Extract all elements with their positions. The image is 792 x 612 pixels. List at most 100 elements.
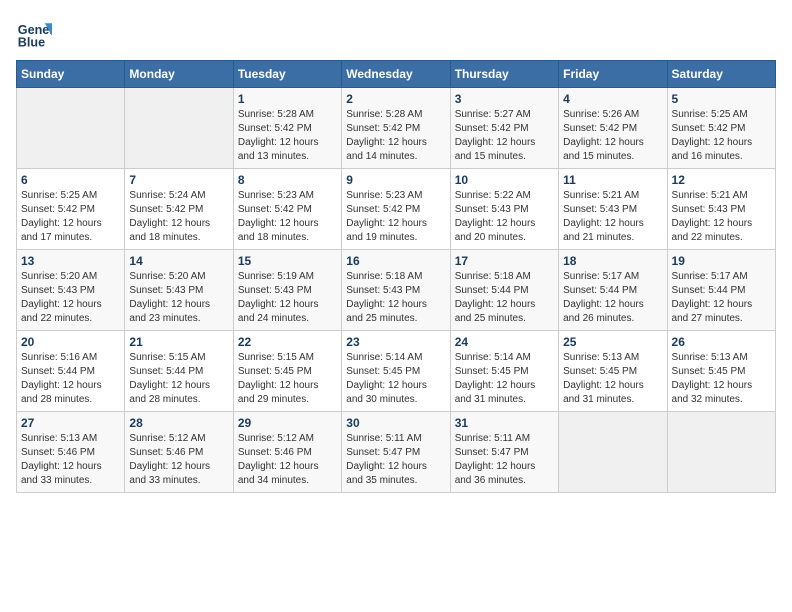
calendar-cell: 4Sunrise: 5:26 AM Sunset: 5:42 PM Daylig… (559, 88, 667, 169)
day-info: Sunrise: 5:15 AM Sunset: 5:44 PM Dayligh… (129, 351, 228, 407)
calendar-cell: 28Sunrise: 5:12 AM Sunset: 5:46 PM Dayli… (125, 412, 233, 493)
calendar-cell: 19 Sunrise: 5:17 AM Sunset: 5:44 PM Dayli… (667, 250, 775, 331)
day-info: Sunrise: 5:16 AM Sunset: 5:44 PM Dayligh… (21, 351, 120, 407)
calendar-row: 20 Sunrise: 5:16 AM Sunset: 5:44 PM Dayli… (17, 331, 776, 412)
day-number: 26 (672, 335, 771, 349)
day-info: Sunrise: 5:22 AM Sunset: 5:43 PM Dayligh… (455, 189, 554, 245)
day-number: 9 (346, 173, 445, 187)
day-info: Sunrise: 5:17 AM Sunset: 5:44 PM Dayligh… (672, 270, 771, 326)
day-info: Sunrise: 5:28 AM Sunset: 5:42 PM Dayligh… (346, 108, 445, 164)
day-number: 29 (238, 416, 337, 430)
calendar-cell: 13 Sunrise: 5:20 AM Sunset: 5:43 PM Dayli… (17, 250, 125, 331)
day-info: Sunrise: 5:19 AM Sunset: 5:43 PM Dayligh… (238, 270, 337, 326)
calendar-cell: 24 Sunrise: 5:14 AM Sunset: 5:45 PM Dayli… (450, 331, 558, 412)
weekday-header-cell: Monday (125, 61, 233, 88)
weekday-header-cell: Thursday (450, 61, 558, 88)
day-info: Sunrise: 5:20 AM Sunset: 5:43 PM Dayligh… (129, 270, 228, 326)
day-number: 25 (563, 335, 662, 349)
day-number: 27 (21, 416, 120, 430)
day-info: Sunrise: 5:20 AM Sunset: 5:43 PM Dayligh… (21, 270, 120, 326)
day-info: Sunrise: 5:24 AM Sunset: 5:42 PM Dayligh… (129, 189, 228, 245)
calendar-cell: 7 Sunrise: 5:24 AM Sunset: 5:42 PM Daylig… (125, 169, 233, 250)
calendar-cell: 18Sunrise: 5:17 AM Sunset: 5:44 PM Dayli… (559, 250, 667, 331)
day-number: 1 (238, 92, 337, 106)
calendar-cell: 23Sunrise: 5:14 AM Sunset: 5:45 PM Dayli… (342, 331, 450, 412)
calendar-cell: 31 Sunrise: 5:11 AM Sunset: 5:47 PM Dayli… (450, 412, 558, 493)
day-info: Sunrise: 5:18 AM Sunset: 5:44 PM Dayligh… (455, 270, 554, 326)
calendar-cell: 30 Sunrise: 5:11 AM Sunset: 5:47 PM Dayli… (342, 412, 450, 493)
day-info: Sunrise: 5:13 AM Sunset: 5:46 PM Dayligh… (21, 432, 120, 488)
calendar-cell: 14 Sunrise: 5:20 AM Sunset: 5:43 PM Dayli… (125, 250, 233, 331)
calendar-cell: 20 Sunrise: 5:16 AM Sunset: 5:44 PM Dayli… (17, 331, 125, 412)
day-number: 30 (346, 416, 445, 430)
day-info: Sunrise: 5:25 AM Sunset: 5:42 PM Dayligh… (672, 108, 771, 164)
day-number: 2 (346, 92, 445, 106)
calendar-cell (125, 88, 233, 169)
calendar-row: 13 Sunrise: 5:20 AM Sunset: 5:43 PM Dayli… (17, 250, 776, 331)
day-number: 18 (563, 254, 662, 268)
day-number: 16 (346, 254, 445, 268)
calendar-cell: 3Sunrise: 5:27 AM Sunset: 5:42 PM Daylig… (450, 88, 558, 169)
calendar-row: 27 Sunrise: 5:13 AM Sunset: 5:46 PM Dayli… (17, 412, 776, 493)
calendar-cell: 10 Sunrise: 5:22 AM Sunset: 5:43 PM Dayli… (450, 169, 558, 250)
day-info: Sunrise: 5:11 AM Sunset: 5:47 PM Dayligh… (455, 432, 554, 488)
calendar-cell: 26 Sunrise: 5:13 AM Sunset: 5:45 PM Dayli… (667, 331, 775, 412)
day-number: 24 (455, 335, 554, 349)
day-info: Sunrise: 5:23 AM Sunset: 5:42 PM Dayligh… (238, 189, 337, 245)
day-number: 28 (129, 416, 228, 430)
day-number: 19 (672, 254, 771, 268)
day-info: Sunrise: 5:27 AM Sunset: 5:42 PM Dayligh… (455, 108, 554, 164)
day-number: 31 (455, 416, 554, 430)
day-info: Sunrise: 5:12 AM Sunset: 5:46 PM Dayligh… (238, 432, 337, 488)
calendar-row: 6Sunrise: 5:25 AM Sunset: 5:42 PM Daylig… (17, 169, 776, 250)
svg-text:Blue: Blue (18, 36, 45, 50)
calendar-cell (559, 412, 667, 493)
calendar-cell: 27 Sunrise: 5:13 AM Sunset: 5:46 PM Dayli… (17, 412, 125, 493)
calendar-cell: 22 Sunrise: 5:15 AM Sunset: 5:45 PM Dayli… (233, 331, 341, 412)
weekday-header-cell: Friday (559, 61, 667, 88)
day-number: 17 (455, 254, 554, 268)
weekday-header-row: SundayMondayTuesdayWednesdayThursdayFrid… (17, 61, 776, 88)
calendar-cell: 17 Sunrise: 5:18 AM Sunset: 5:44 PM Dayli… (450, 250, 558, 331)
calendar-body: 1 Sunrise: 5:28 AM Sunset: 5:42 PM Daylig… (17, 88, 776, 493)
day-number: 20 (21, 335, 120, 349)
day-number: 5 (672, 92, 771, 106)
day-number: 4 (563, 92, 662, 106)
weekday-header-cell: Tuesday (233, 61, 341, 88)
calendar-table: SundayMondayTuesdayWednesdayThursdayFrid… (16, 60, 776, 493)
day-info: Sunrise: 5:18 AM Sunset: 5:43 PM Dayligh… (346, 270, 445, 326)
calendar-cell: 6Sunrise: 5:25 AM Sunset: 5:42 PM Daylig… (17, 169, 125, 250)
weekday-header-cell: Saturday (667, 61, 775, 88)
day-info: Sunrise: 5:13 AM Sunset: 5:45 PM Dayligh… (672, 351, 771, 407)
day-info: Sunrise: 5:25 AM Sunset: 5:42 PM Dayligh… (21, 189, 120, 245)
day-number: 21 (129, 335, 228, 349)
day-info: Sunrise: 5:13 AM Sunset: 5:45 PM Dayligh… (563, 351, 662, 407)
day-info: Sunrise: 5:15 AM Sunset: 5:45 PM Dayligh… (238, 351, 337, 407)
day-number: 23 (346, 335, 445, 349)
calendar-cell: 25 Sunrise: 5:13 AM Sunset: 5:45 PM Dayli… (559, 331, 667, 412)
day-number: 10 (455, 173, 554, 187)
page-header: General Blue (16, 16, 776, 52)
day-number: 22 (238, 335, 337, 349)
logo-icon: General Blue (16, 16, 52, 52)
day-info: Sunrise: 5:21 AM Sunset: 5:43 PM Dayligh… (672, 189, 771, 245)
day-info: Sunrise: 5:21 AM Sunset: 5:43 PM Dayligh… (563, 189, 662, 245)
calendar-cell: 8Sunrise: 5:23 AM Sunset: 5:42 PM Daylig… (233, 169, 341, 250)
day-info: Sunrise: 5:14 AM Sunset: 5:45 PM Dayligh… (455, 351, 554, 407)
calendar-cell: 15 Sunrise: 5:19 AM Sunset: 5:43 PM Dayli… (233, 250, 341, 331)
calendar-cell: 21 Sunrise: 5:15 AM Sunset: 5:44 PM Dayli… (125, 331, 233, 412)
calendar-cell (17, 88, 125, 169)
calendar-cell: 5 Sunrise: 5:25 AM Sunset: 5:42 PM Daylig… (667, 88, 775, 169)
day-number: 13 (21, 254, 120, 268)
calendar-cell: 2 Sunrise: 5:28 AM Sunset: 5:42 PM Daylig… (342, 88, 450, 169)
calendar-cell (667, 412, 775, 493)
calendar-cell: 16 Sunrise: 5:18 AM Sunset: 5:43 PM Dayli… (342, 250, 450, 331)
day-number: 14 (129, 254, 228, 268)
day-info: Sunrise: 5:28 AM Sunset: 5:42 PM Dayligh… (238, 108, 337, 164)
day-number: 7 (129, 173, 228, 187)
day-number: 15 (238, 254, 337, 268)
calendar-cell: 1 Sunrise: 5:28 AM Sunset: 5:42 PM Daylig… (233, 88, 341, 169)
day-number: 11 (563, 173, 662, 187)
day-info: Sunrise: 5:11 AM Sunset: 5:47 PM Dayligh… (346, 432, 445, 488)
calendar-cell: 11 Sunrise: 5:21 AM Sunset: 5:43 PM Dayli… (559, 169, 667, 250)
